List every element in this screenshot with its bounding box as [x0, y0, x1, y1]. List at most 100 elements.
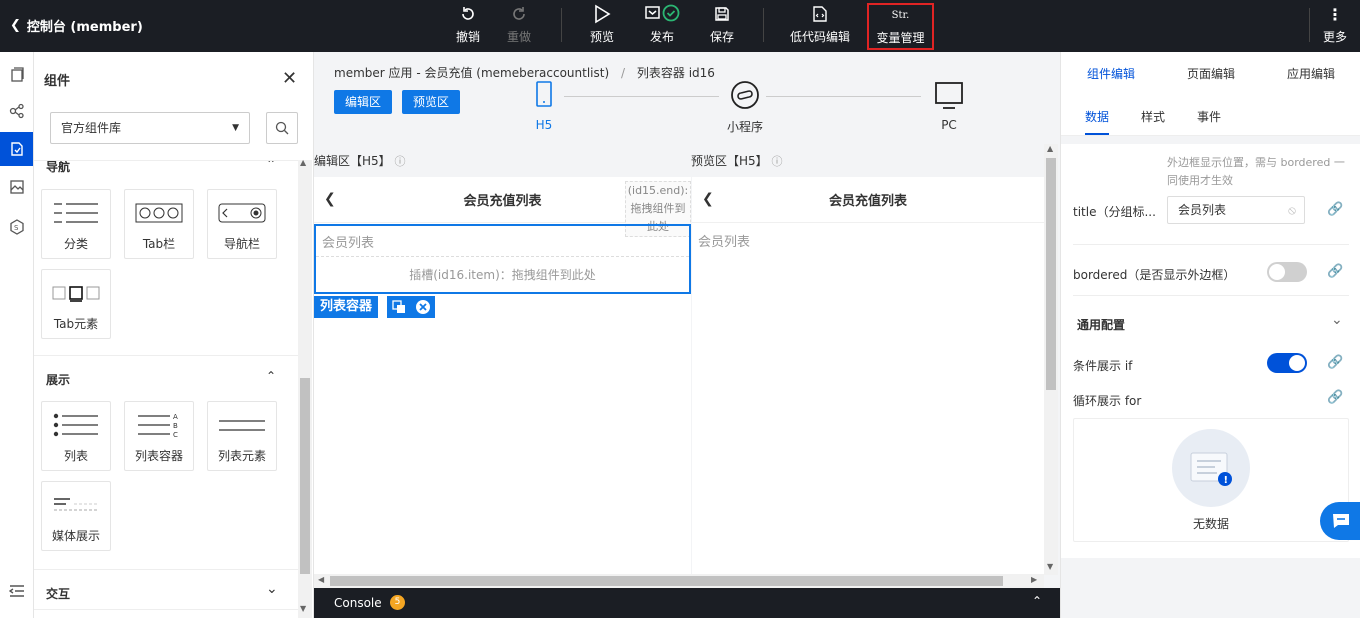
- link-icon[interactable]: 🔗: [1327, 390, 1343, 405]
- scrollbar-thumb[interactable]: [330, 576, 1003, 586]
- collapse-menu-icon[interactable]: [0, 574, 33, 608]
- list-title: 会员列表: [322, 236, 375, 251]
- canvas-vertical-scrollbar[interactable]: ▲ ▼: [1044, 144, 1058, 575]
- search-button[interactable]: [266, 112, 298, 144]
- media-library-icon[interactable]: [0, 170, 33, 204]
- scrollbar-thumb[interactable]: [1046, 158, 1056, 390]
- chevron-left-icon[interactable]: ❮: [324, 191, 336, 207]
- lowcode-edit-button[interactable]: 低代码编辑: [782, 4, 858, 48]
- structure-tree-icon[interactable]: [0, 94, 33, 128]
- undo-button[interactable]: 撤销: [442, 4, 494, 48]
- title-input[interactable]: 会员列表 ⦸: [1167, 196, 1305, 224]
- canvas-horizontal-scrollbar[interactable]: ◀ ▶: [314, 574, 1044, 588]
- preview-area-label: 预览区【H5】 ⓘ: [691, 154, 783, 168]
- variable-management-button[interactable]: Str. 变量管理: [867, 3, 934, 50]
- component-tab-item[interactable]: Tab元素: [41, 269, 111, 339]
- component-media-display[interactable]: 媒体展示: [41, 481, 111, 551]
- edit-area-button[interactable]: 编辑区: [334, 90, 393, 114]
- component-list-basic[interactable]: 列表: [41, 401, 111, 471]
- components-icon[interactable]: [0, 132, 33, 166]
- chevron-down-icon[interactable]: ⌄: [1331, 312, 1343, 328]
- more-button[interactable]: ⋮ 更多: [1309, 4, 1360, 48]
- console-count-badge: 5: [390, 595, 405, 610]
- component-navbar[interactable]: 导航栏: [207, 189, 277, 259]
- library-select[interactable]: 官方组件库 ▼: [50, 112, 250, 144]
- component-list-container[interactable]: ABC 列表容器: [124, 401, 194, 471]
- link-icon[interactable]: 🔗: [1327, 264, 1343, 279]
- media-display-icon: [42, 482, 110, 527]
- subtab-style[interactable]: 样式: [1141, 108, 1165, 125]
- monitor-icon: [935, 82, 963, 109]
- device-h5[interactable]: H5: [534, 80, 554, 132]
- redo-button[interactable]: 重做: [493, 4, 545, 48]
- scroll-down-arrow-icon[interactable]: ▼: [300, 604, 306, 613]
- if-toggle[interactable]: [1267, 353, 1307, 373]
- editor-area: member 应用 - 会员充值 (memeberaccountlist) / …: [314, 52, 1060, 618]
- pages-icon[interactable]: [0, 58, 33, 92]
- chevron-up-icon[interactable]: ⌃: [266, 161, 276, 171]
- panel-scrollbar[interactable]: ▲ ▼: [298, 158, 312, 618]
- clear-icon[interactable]: ⦸: [1288, 197, 1296, 223]
- chevron-left-icon[interactable]: ❮: [702, 191, 714, 207]
- toggle-knob: [1289, 355, 1305, 371]
- divider: [34, 569, 298, 570]
- device-miniprogram[interactable]: 小程序: [727, 80, 763, 135]
- info-icon[interactable]: ⓘ: [395, 155, 406, 168]
- tab-page-edit[interactable]: 页面编辑: [1161, 52, 1261, 96]
- if-prop-label: 条件展示 if: [1073, 359, 1133, 373]
- scroll-right-arrow-icon[interactable]: ▶: [1031, 575, 1037, 584]
- empty-state: ! 无数据: [1073, 418, 1349, 542]
- info-icon[interactable]: ⓘ: [772, 155, 783, 168]
- subtab-events[interactable]: 事件: [1197, 108, 1221, 125]
- link-icon[interactable]: 🔗: [1327, 202, 1343, 217]
- navbar-icon: [208, 190, 276, 235]
- breadcrumb-app[interactable]: member 应用 - 会员充值 (memeberaccountlist): [334, 66, 609, 80]
- close-icon[interactable]: ✕: [282, 68, 297, 89]
- device-connector: [766, 96, 921, 97]
- search-icon: [275, 121, 289, 135]
- tab-app-edit[interactable]: 应用编辑: [1261, 52, 1360, 96]
- copy-icon[interactable]: [391, 300, 406, 314]
- scrollbar-thumb[interactable]: [300, 378, 310, 574]
- chat-icon: [1333, 514, 1349, 528]
- divider: [1073, 295, 1349, 296]
- component-list-element[interactable]: 列表元素: [207, 401, 277, 471]
- slot-item-hint: 插槽(id16.item)：拖拽组件到此处: [409, 268, 596, 282]
- chevron-left-icon: ❮: [10, 18, 21, 33]
- scroll-left-arrow-icon[interactable]: ◀: [318, 575, 324, 584]
- tabbar-icon: [125, 190, 193, 235]
- top-toolbar: ❮ 控制台 (member) 撤销 重做 预览 发布 保存 低代码编辑 Str.…: [0, 0, 1360, 52]
- chevron-up-icon[interactable]: ⌃: [1032, 594, 1042, 608]
- component-panel: 组件 ✕ 官方组件库 ▼ 导航 ⌃ 分类 Tab栏 导航栏 Tab元素 展示 ⌃: [34, 52, 314, 618]
- preview-button[interactable]: 预览: [576, 4, 628, 48]
- edit-canvas[interactable]: ❮ 会员充值列表 (id15.end): 拖拽组件到此处 会员列表 插槽(id1…: [314, 177, 691, 575]
- subtab-data[interactable]: 数据: [1085, 108, 1109, 125]
- edit-area-label: 编辑区【H5】 ⓘ: [314, 154, 406, 168]
- scroll-up-arrow-icon[interactable]: ▲: [1047, 144, 1053, 153]
- device-pc[interactable]: PC: [934, 80, 964, 132]
- tab-item-icon: [42, 270, 110, 315]
- tab-component-edit[interactable]: 组件编辑: [1061, 52, 1161, 96]
- save-button[interactable]: 保存: [696, 4, 748, 48]
- back-to-console[interactable]: ❮ 控制台 (member): [10, 16, 143, 35]
- component-tabbar[interactable]: Tab栏: [124, 189, 194, 259]
- redo-icon: [510, 4, 528, 24]
- console-bar[interactable]: Console 5 ⌃: [314, 588, 1060, 618]
- scroll-up-arrow-icon[interactable]: ▲: [300, 158, 306, 167]
- plugin-icon[interactable]: S: [0, 210, 33, 244]
- chevron-up-icon[interactable]: ⌃: [266, 369, 276, 383]
- chevron-down-icon[interactable]: ⌄: [266, 581, 278, 597]
- list-container-selected[interactable]: 会员列表 插槽(id16.item)：拖拽组件到此处: [314, 224, 691, 294]
- publish-button[interactable]: 发布: [636, 4, 688, 48]
- selected-component-tag: 列表容器: [314, 296, 379, 318]
- scroll-down-arrow-icon[interactable]: ▼: [1047, 562, 1053, 571]
- empty-data-icon: !: [1172, 429, 1250, 507]
- bordered-toggle[interactable]: [1267, 262, 1307, 282]
- publish-icon: [644, 4, 680, 24]
- preview-area-button[interactable]: 预览区: [402, 90, 461, 114]
- component-category[interactable]: 分类: [41, 189, 111, 259]
- delete-icon[interactable]: [415, 299, 431, 315]
- chat-support-button[interactable]: [1320, 502, 1360, 540]
- link-icon[interactable]: 🔗: [1327, 355, 1343, 370]
- divider: [1073, 244, 1349, 245]
